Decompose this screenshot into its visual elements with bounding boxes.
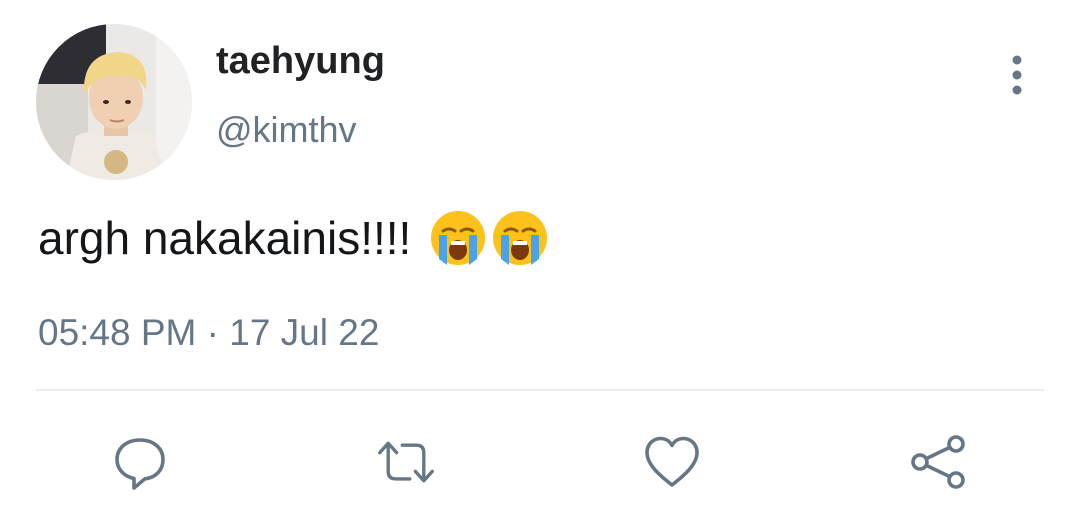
heart-icon — [645, 436, 699, 487]
like-button[interactable] — [642, 432, 702, 492]
more-options-button[interactable] — [1000, 54, 1034, 98]
display-name[interactable]: taehyung — [216, 38, 385, 84]
share-button[interactable] — [908, 432, 968, 492]
loudly-crying-face-icon — [431, 211, 486, 265]
reply-button[interactable] — [110, 432, 170, 492]
user-handle[interactable]: @kimthv — [216, 108, 357, 152]
speech-bubble-icon — [115, 438, 165, 490]
share-nodes-icon — [911, 435, 965, 489]
vertical-dots-icon — [1012, 55, 1022, 95]
tweet-body: argh nakakainis!!!! — [38, 208, 549, 268]
tweet-text: argh nakakainis!!!! — [38, 212, 412, 264]
emoji-group — [429, 209, 549, 267]
retweet-arrows-icon — [378, 441, 434, 483]
loudly-crying-face-icon — [493, 211, 548, 265]
retweet-button[interactable] — [376, 432, 436, 492]
avatar-photo — [36, 24, 192, 180]
avatar[interactable] — [36, 24, 192, 180]
divider — [36, 389, 1044, 391]
tweet-timestamp[interactable]: 05:48 PM · 17 Jul 22 — [38, 310, 379, 356]
